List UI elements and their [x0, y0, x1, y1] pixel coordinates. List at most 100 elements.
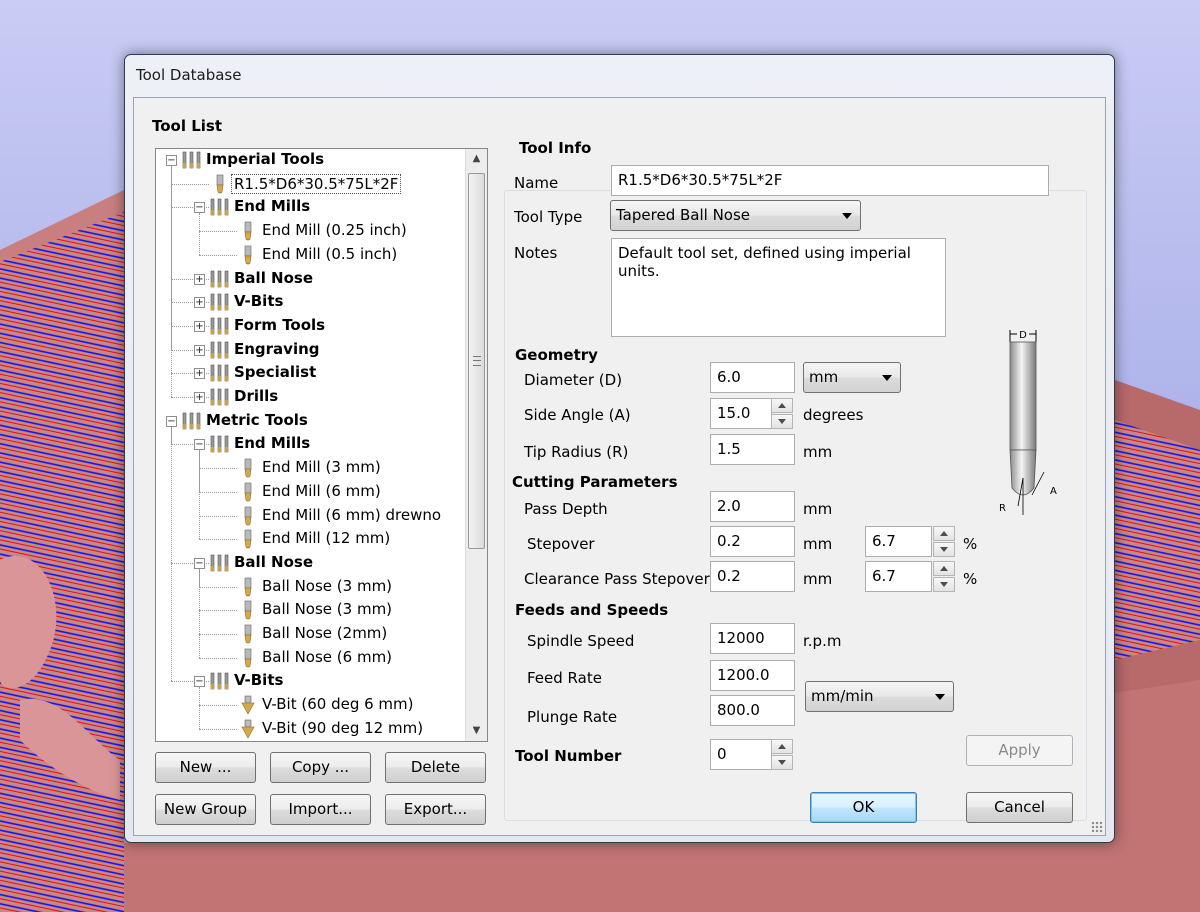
expand-icon[interactable]: +: [194, 344, 205, 356]
feed-rate-input[interactable]: 1200.0: [710, 660, 795, 691]
spin-down-icon[interactable]: [771, 755, 793, 770]
geometry-units-value: mm: [809, 368, 839, 386]
tree-group-item[interactable]: − V-Bits: [156, 670, 466, 693]
spin-up-icon[interactable]: [771, 398, 793, 413]
name-input[interactable]: R1.5*D6*30.5*75L*2F: [611, 165, 1049, 196]
tree-item-label: V-Bits: [234, 671, 284, 690]
expand-icon[interactable]: +: [194, 392, 205, 403]
tree-tool-item[interactable]: Ball Nose (3 mm): [156, 599, 466, 622]
new-group-button[interactable]: New Group: [155, 794, 256, 825]
side-angle-unit: degrees: [803, 406, 864, 424]
tree-group-item[interactable]: + Specialist: [156, 362, 466, 385]
new-tool-button[interactable]: New ...: [155, 752, 256, 783]
expand-icon[interactable]: +: [194, 297, 205, 309]
tree-group-item[interactable]: − End Mills: [156, 433, 466, 456]
collapse-icon[interactable]: −: [194, 557, 205, 569]
tree-item-label: End Mill (0.5 inch): [262, 244, 398, 263]
tree-tool-item[interactable]: Ball Nose (2mm): [156, 623, 466, 646]
collapse-icon[interactable]: −: [194, 439, 205, 451]
stepover-percent-spinner[interactable]: [933, 526, 955, 557]
scroll-up-arrow-icon[interactable]: ▲: [466, 149, 487, 169]
tree-tool-item[interactable]: V-Bit (60 deg 6 mm): [156, 694, 466, 717]
spin-down-icon[interactable]: [771, 414, 793, 429]
tip-radius-input[interactable]: 1.5: [710, 434, 795, 465]
tool-number-spinner[interactable]: [771, 739, 793, 770]
chevron-down-icon: [842, 213, 852, 219]
diagram-d-label: D: [1019, 330, 1027, 341]
tool-group-icon: [209, 387, 231, 407]
cancel-button[interactable]: Cancel: [966, 792, 1073, 823]
stepover-unit: mm: [803, 535, 833, 553]
tree-tool-item[interactable]: End Mill (0.25 inch): [156, 220, 466, 243]
collapse-icon[interactable]: −: [194, 202, 205, 214]
tree-tool-item[interactable]: End Mill (6 mm): [156, 481, 466, 504]
spin-up-icon[interactable]: [771, 739, 793, 754]
diameter-input[interactable]: 6.0: [710, 362, 795, 393]
tool-group-icon: [209, 197, 231, 217]
expand-icon[interactable]: +: [194, 320, 205, 332]
spin-up-icon[interactable]: [933, 526, 955, 541]
collapse-icon[interactable]: −: [194, 676, 205, 688]
delete-tool-button[interactable]: Delete: [385, 752, 486, 783]
tree-group-item[interactable]: − Imperial Tools: [156, 149, 466, 172]
expand-icon[interactable]: +: [194, 273, 205, 285]
tool-group-icon: [181, 150, 203, 170]
side-angle-spinner[interactable]: [771, 398, 793, 429]
tree-group-item[interactable]: + V-Bits: [156, 291, 466, 314]
tree-group-item[interactable]: + Ball Nose: [156, 268, 466, 291]
spin-down-icon[interactable]: [933, 577, 955, 592]
ok-button[interactable]: OK: [810, 792, 917, 823]
tree-tool-item[interactable]: R1.5*D6*30.5*75L*2F: [156, 173, 466, 196]
tree-group-item[interactable]: + Drills: [156, 386, 466, 409]
copy-tool-button[interactable]: Copy ...: [270, 752, 371, 783]
tree-group-item[interactable]: + Form Tools: [156, 315, 466, 338]
rate-units-select[interactable]: mm/min: [805, 681, 954, 712]
tree-group-item[interactable]: − End Mills: [156, 196, 466, 219]
tool-number-label: Tool Number: [515, 747, 622, 765]
tree-tool-item[interactable]: Ball Nose (6 mm): [156, 647, 466, 670]
tree-tool-item[interactable]: V-Bit (90 deg 12 mm): [156, 718, 466, 741]
clearance-percent-spinner[interactable]: [933, 561, 955, 592]
tool-type-select[interactable]: Tapered Ball Nose: [610, 200, 861, 231]
tree-tool-item[interactable]: End Mill (6 mm) drewno: [156, 505, 466, 528]
expand-icon[interactable]: +: [194, 368, 205, 380]
side-angle-input[interactable]: 15.0: [710, 398, 772, 429]
notes-textarea[interactable]: Default tool set, defined using imperial…: [611, 238, 946, 337]
clearance-percent-input[interactable]: 6.7: [865, 561, 932, 592]
stepover-percent-input[interactable]: 6.7: [865, 526, 932, 557]
tree-tool-item[interactable]: Ball Nose (3 mm): [156, 576, 466, 599]
plunge-rate-input[interactable]: 800.0: [710, 695, 795, 726]
spin-down-icon[interactable]: [933, 542, 955, 557]
tool-number-input[interactable]: 0: [710, 739, 772, 770]
tree-item-label: Form Tools: [234, 315, 326, 334]
tree-group-item[interactable]: − Metric Tools: [156, 410, 466, 433]
tree-tool-item[interactable]: End Mill (12 mm): [156, 528, 466, 551]
scroll-down-arrow-icon[interactable]: ▼: [466, 721, 487, 741]
resize-grip-icon[interactable]: [1091, 821, 1103, 833]
tool-list-title: Tool List: [152, 117, 223, 135]
import-button[interactable]: Import...: [270, 794, 371, 825]
v-bit-icon: [237, 719, 259, 739]
spin-up-icon[interactable]: [933, 561, 955, 576]
tree-item-label: Specialist: [234, 363, 317, 382]
clearance-stepover-input[interactable]: 0.2: [710, 561, 795, 592]
tree-tool-item[interactable]: End Mill (0.5 inch): [156, 244, 466, 267]
collapse-icon[interactable]: −: [166, 415, 177, 427]
tree-group-item[interactable]: − Ball Nose: [156, 552, 466, 575]
pass-depth-input[interactable]: 2.0: [710, 491, 795, 522]
tree-group-item[interactable]: + Engraving: [156, 339, 466, 362]
tree-scrollbar[interactable]: ▲ ▼: [465, 149, 487, 741]
collapse-icon[interactable]: −: [166, 155, 177, 166]
apply-button[interactable]: Apply: [966, 735, 1073, 766]
export-button[interactable]: Export...: [385, 794, 486, 825]
tool-tree[interactable]: − Imperial Tools R1.5*D6*30.5*75L*2F − End M…: [155, 148, 488, 742]
scroll-thumb[interactable]: [468, 173, 485, 549]
stepover-input[interactable]: 0.2: [710, 526, 795, 557]
geometry-units-select[interactable]: mm: [803, 362, 901, 393]
ball-nose-icon: [237, 624, 259, 644]
spindle-speed-input[interactable]: 12000: [710, 623, 795, 654]
tree-item-label: V-Bit (90 deg 12 mm): [262, 718, 424, 737]
feeds-speeds-title: Feeds and Speeds: [515, 601, 669, 619]
tree-item-label: End Mills: [234, 197, 311, 216]
tree-tool-item[interactable]: End Mill (3 mm): [156, 457, 466, 480]
